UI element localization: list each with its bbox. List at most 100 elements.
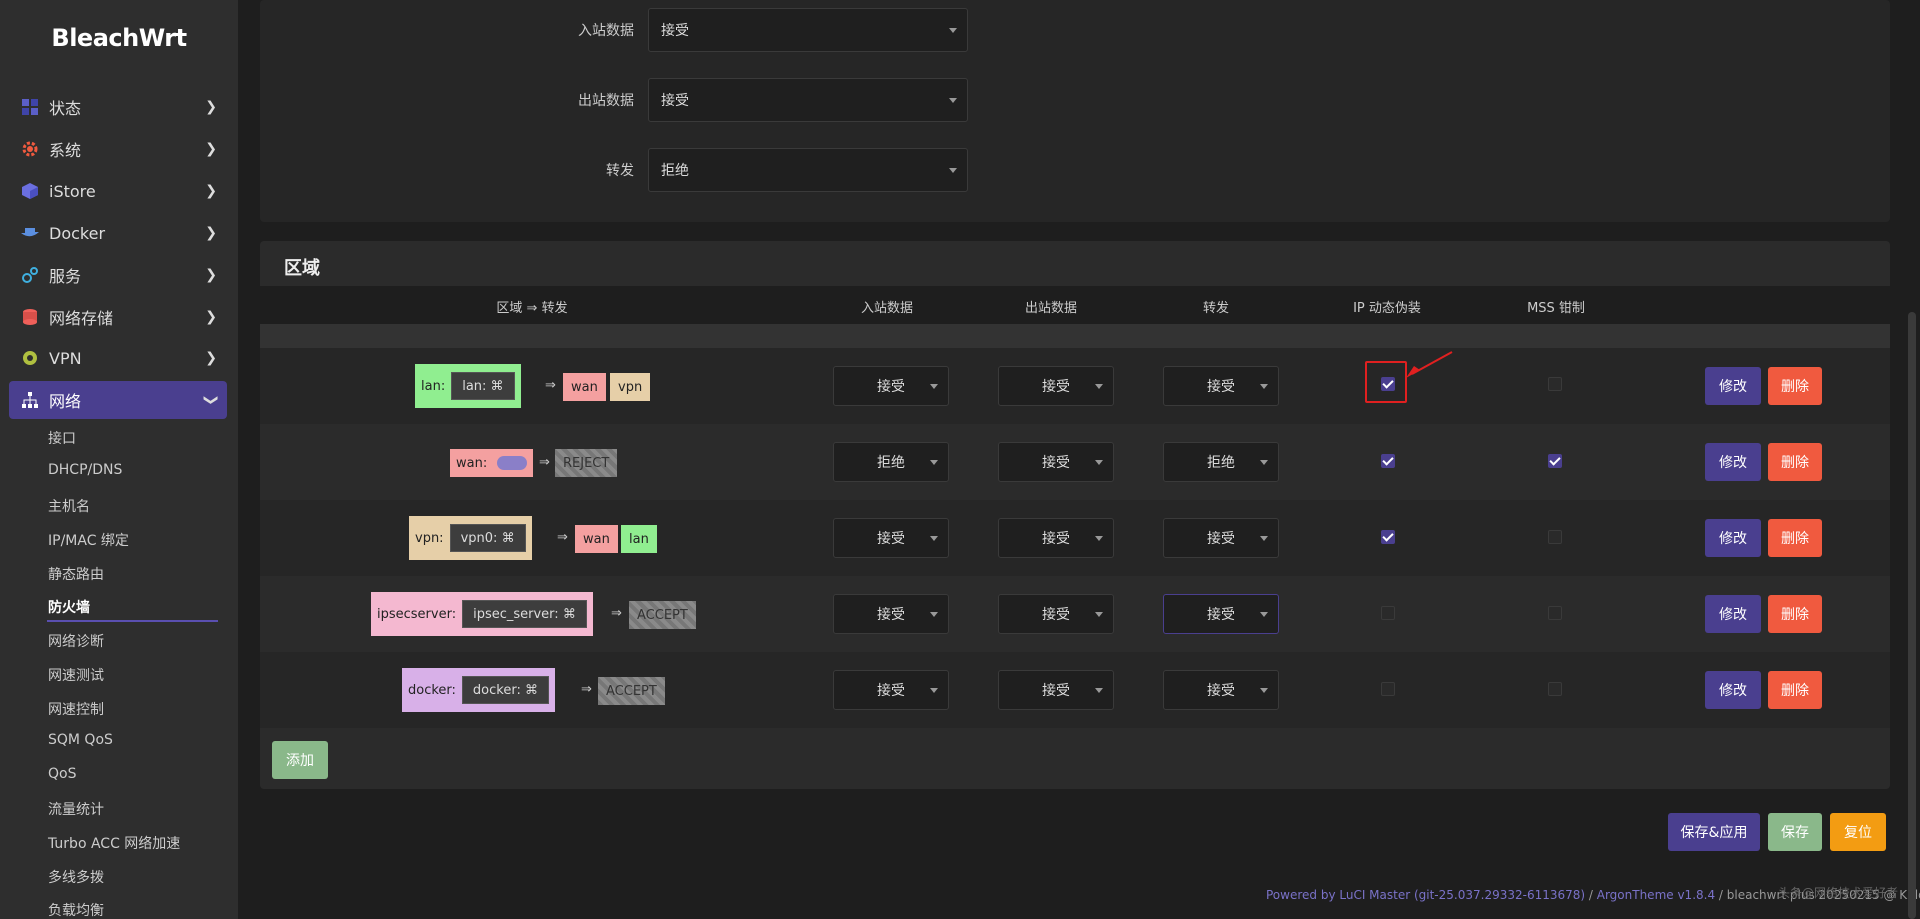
- footer-theme-link[interactable]: ArgonTheme v1.8.4: [1597, 888, 1715, 902]
- zone-name: lan:: [421, 378, 446, 394]
- zone-iface: docker: ⌘: [461, 676, 549, 704]
- vpn-icon: [21, 349, 39, 367]
- save-button[interactable]: 保存: [1768, 813, 1822, 851]
- mss-checkbox[interactable]: [1548, 606, 1562, 620]
- delete-button[interactable]: 删除: [1768, 367, 1822, 405]
- scrollbar[interactable]: [1908, 312, 1916, 919]
- mss-checkbox[interactable]: [1548, 682, 1562, 696]
- row-outbound-select[interactable]: 接受: [998, 594, 1114, 634]
- forward-select[interactable]: 拒绝: [648, 148, 968, 192]
- caret-icon: [949, 28, 957, 33]
- caret-icon: [1260, 536, 1268, 541]
- th-inbound: 入站数据: [860, 301, 913, 316]
- outbound-select[interactable]: 接受: [648, 78, 968, 122]
- save-apply-button[interactable]: 保存&应用: [1668, 813, 1760, 851]
- th-masquerade: IP 动态伪装: [1353, 301, 1421, 316]
- row-inbound-select[interactable]: 拒绝: [833, 442, 949, 482]
- select-value: 接受: [661, 23, 689, 39]
- submenu-item[interactable]: 多线多拨: [48, 867, 104, 887]
- zone-badge-lan: lan: lan: ⌘: [415, 364, 521, 408]
- submenu-item[interactable]: QoS: [48, 766, 76, 782]
- submenu-item[interactable]: 负载均衡: [48, 900, 104, 919]
- row-forward-select[interactable]: 拒绝: [1163, 442, 1279, 482]
- row-forward-select[interactable]: 接受: [1163, 670, 1279, 710]
- submenu-item[interactable]: DHCP/DNS: [48, 462, 122, 478]
- caret-icon: [1095, 460, 1103, 465]
- menu-item-system[interactable]: 系统 ❯: [9, 130, 227, 168]
- edit-button[interactable]: 修改: [1705, 595, 1761, 633]
- submenu-item[interactable]: 流量统计: [48, 799, 104, 819]
- docker-icon: [21, 224, 39, 242]
- footer-separator: /: [1715, 888, 1727, 902]
- chevron-right-icon: ❯: [205, 183, 217, 199]
- menu-item-status[interactable]: 状态 ❯: [9, 88, 227, 126]
- masquerade-checkbox[interactable]: [1381, 454, 1395, 468]
- submenu-item-firewall[interactable]: 防火墙: [48, 597, 90, 617]
- submenu-item[interactable]: IP/MAC 绑定: [48, 530, 129, 550]
- caret-icon: [1095, 688, 1103, 693]
- row-outbound-select[interactable]: 接受: [998, 442, 1114, 482]
- submenu-item[interactable]: Turbo ACC 网络加速: [48, 833, 180, 853]
- edit-button[interactable]: 修改: [1705, 519, 1761, 557]
- zone-name: ipsecserver:: [377, 606, 457, 622]
- menu-item-services[interactable]: 服务 ❯: [9, 256, 227, 294]
- zone-iface: ipsec_server: ⌘: [462, 600, 587, 628]
- delete-button[interactable]: 删除: [1768, 519, 1822, 557]
- submenu-item[interactable]: 静态路由: [48, 564, 104, 584]
- menu-label: 状态: [49, 99, 82, 118]
- menu-item-istore[interactable]: iStore ❯: [9, 172, 227, 210]
- menu-item-docker[interactable]: Docker ❯: [9, 214, 227, 252]
- delete-button[interactable]: 删除: [1768, 595, 1822, 633]
- row-inbound-select[interactable]: 接受: [833, 594, 949, 634]
- edit-button[interactable]: 修改: [1705, 367, 1761, 405]
- row-inbound-select[interactable]: 接受: [833, 670, 949, 710]
- edit-button[interactable]: 修改: [1705, 443, 1761, 481]
- caret-icon: [1095, 612, 1103, 617]
- menu-item-vpn[interactable]: VPN ❯: [9, 339, 227, 377]
- submenu-item[interactable]: 网速控制: [48, 699, 104, 719]
- menu-item-network[interactable]: 网络 ❯: [9, 381, 227, 419]
- reset-button[interactable]: 复位: [1830, 813, 1886, 851]
- delete-button[interactable]: 删除: [1768, 443, 1822, 481]
- row-outbound-select[interactable]: 接受: [998, 670, 1114, 710]
- row-inbound-select[interactable]: 接受: [833, 366, 949, 406]
- add-zone-button[interactable]: 添加: [272, 741, 328, 779]
- row-inbound-select[interactable]: 接受: [833, 518, 949, 558]
- submenu-item[interactable]: 网络诊断: [48, 631, 104, 651]
- target-tag: ACCEPT: [629, 601, 696, 629]
- row-forward-select[interactable]: 接受: [1163, 366, 1279, 406]
- zone-iface: vpn0: ⌘: [449, 524, 526, 552]
- chevron-right-icon: ❯: [205, 141, 217, 157]
- footer-luci-link[interactable]: Powered by LuCI Master (git-25.037.29332…: [1266, 888, 1585, 902]
- submenu-item[interactable]: 接口: [48, 428, 76, 448]
- submenu-item[interactable]: 网速测试: [48, 665, 104, 685]
- masquerade-checkbox[interactable]: [1381, 682, 1395, 696]
- masquerade-checkbox[interactable]: [1381, 530, 1395, 544]
- chevron-right-icon: ❯: [205, 225, 217, 241]
- zone-iface: lan: ⌘: [451, 372, 515, 400]
- inbound-select[interactable]: 接受: [648, 8, 968, 52]
- delete-button[interactable]: 删除: [1768, 671, 1822, 709]
- caret-icon: [1260, 612, 1268, 617]
- masquerade-checkbox[interactable]: [1381, 606, 1395, 620]
- menu-label: VPN: [49, 348, 82, 368]
- submenu-item[interactable]: SQM QoS: [48, 732, 113, 748]
- select-value: 接受: [1042, 683, 1070, 699]
- row-forward-select[interactable]: 接受: [1163, 518, 1279, 558]
- mss-checkbox[interactable]: [1548, 530, 1562, 544]
- outbound-label: 出站数据: [578, 93, 634, 109]
- menu-item-storage[interactable]: 网络存储 ❯: [9, 298, 227, 336]
- select-value: 拒绝: [661, 163, 689, 179]
- row-forward-select[interactable]: 接受: [1163, 594, 1279, 634]
- mss-checkbox[interactable]: [1548, 454, 1562, 468]
- row-outbound-select[interactable]: 接受: [998, 366, 1114, 406]
- submenu-item[interactable]: 主机名: [48, 496, 90, 516]
- row-outbound-select[interactable]: 接受: [998, 518, 1114, 558]
- edit-button[interactable]: 修改: [1705, 671, 1761, 709]
- zones-title: 区域: [284, 258, 320, 279]
- menu-label: 网络: [49, 392, 82, 411]
- zone-badge-vpn: vpn: vpn0: ⌘: [409, 516, 532, 560]
- caret-icon: [1260, 384, 1268, 389]
- dashboard-icon: [21, 98, 39, 116]
- mss-checkbox[interactable]: [1548, 377, 1562, 391]
